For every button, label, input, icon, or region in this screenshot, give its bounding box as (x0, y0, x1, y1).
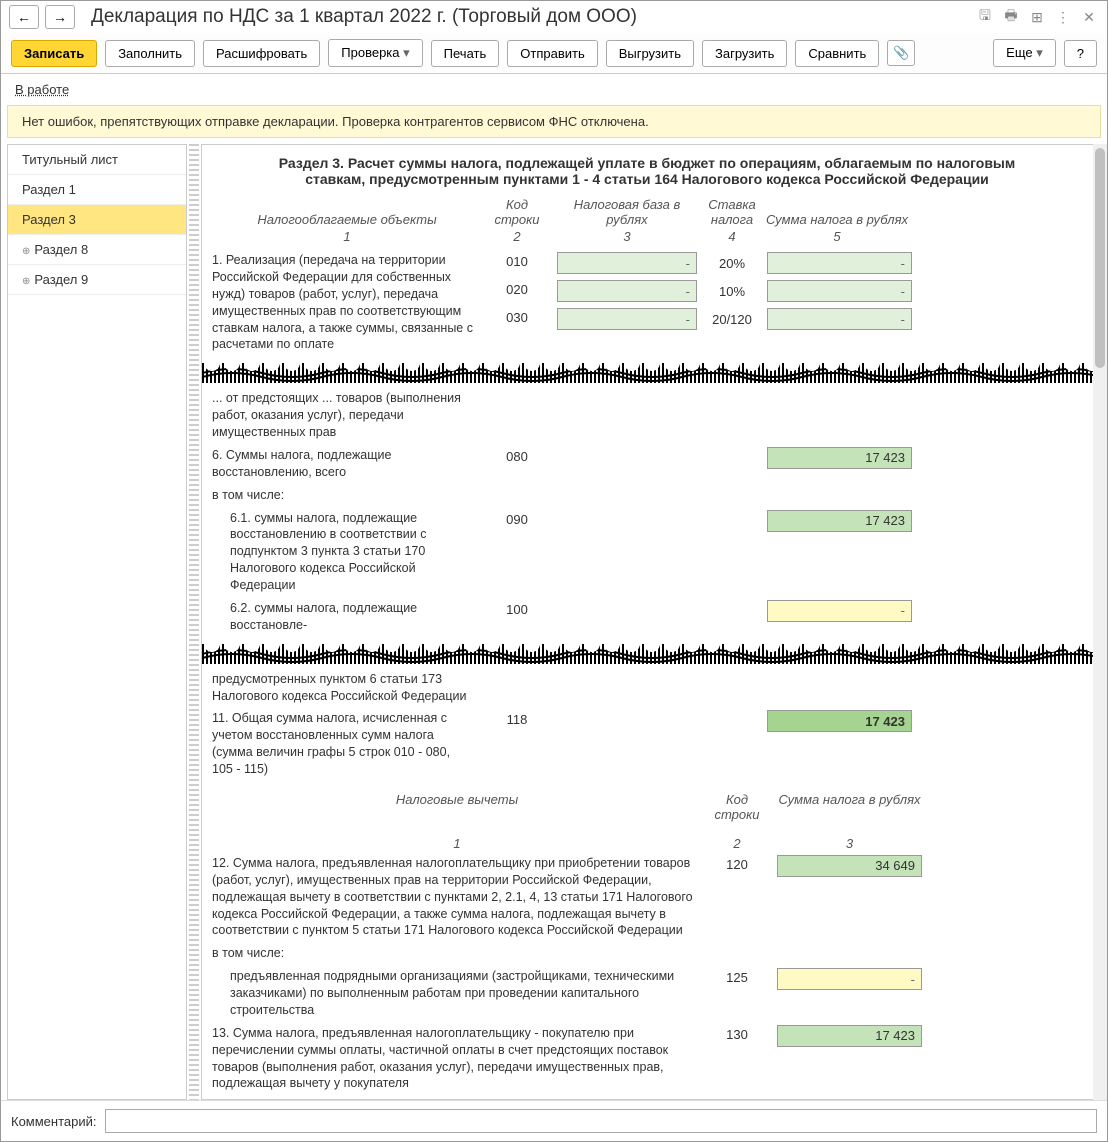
more-button[interactable]: Еще (993, 39, 1056, 67)
base-030[interactable] (557, 308, 697, 330)
sidebar-item-section3[interactable]: Раздел 3 (8, 205, 186, 235)
settings-icon[interactable]: ⋮ (1053, 7, 1073, 27)
torn-edge (202, 363, 1101, 383)
row-100: 6.2. суммы налога, подлежащие восстановл… (212, 600, 1082, 634)
row-090: 6.1. суммы налога, подлежащие восстановл… (212, 510, 1082, 594)
tax-100[interactable] (767, 600, 912, 622)
tax-125[interactable] (777, 968, 922, 990)
row-125: предъявленная подрядными организациями (… (212, 968, 1082, 1019)
help-button[interactable]: ? (1064, 40, 1097, 67)
sidebar-item-section8[interactable]: ⊕Раздел 8 (8, 235, 186, 265)
calc-icon[interactable]: ⊞ (1027, 7, 1047, 27)
save-button[interactable]: Записать (11, 40, 97, 67)
comment-label: Комментарий: (11, 1114, 97, 1129)
vertical-scrollbar[interactable] (1093, 144, 1107, 1100)
column-headers: Налогооблагаемые объекты Код строки Нало… (212, 197, 1082, 227)
tax-090[interactable]: 17 423 (767, 510, 912, 532)
row-080: 6. Суммы налога, подлежащие восстановлен… (212, 447, 1082, 481)
row-120: 12. Сумма налога, предъявленная налогопл… (212, 855, 1082, 939)
row-130: 13. Сумма налога, предъявленная налогопл… (212, 1025, 1082, 1093)
row-010: 1. Реализация (передача на территории Ро… (212, 252, 1082, 353)
deductions-header: Налоговые вычеты Код строки Сумма налога… (212, 792, 1082, 822)
section-content: Раздел 3. Расчет суммы налога, подлежаще… (201, 144, 1101, 1100)
sections-sidebar: Титульный лист Раздел 1 Раздел 3 ⊕Раздел… (7, 144, 187, 1100)
forward-button[interactable]: → (45, 5, 75, 29)
status-link[interactable]: В работе (15, 82, 69, 97)
tax-020[interactable] (767, 280, 912, 302)
window-title: Декларация по НДС за 1 квартал 2022 г. (… (91, 6, 969, 28)
send-button[interactable]: Отправить (507, 40, 597, 67)
column-numbers: 1 2 3 4 5 (212, 229, 1082, 244)
close-icon[interactable]: ✕ (1079, 7, 1099, 27)
base-020[interactable] (557, 280, 697, 302)
tax-130[interactable]: 17 423 (777, 1025, 922, 1047)
tax-030[interactable] (767, 308, 912, 330)
info-bar: Нет ошибок, препятствующих отправке декл… (7, 105, 1101, 138)
tax-118[interactable]: 17 423 (767, 710, 912, 732)
expand-icon[interactable]: ⊕ (22, 246, 30, 257)
base-010[interactable] (557, 252, 697, 274)
back-button[interactable]: ← (9, 5, 39, 29)
save-icon[interactable]: 🖫 (975, 7, 995, 27)
sidebar-item-title[interactable]: Титульный лист (8, 145, 186, 175)
section-title: Раздел 3. Расчет суммы налога, подлежаще… (212, 155, 1082, 187)
fill-button[interactable]: Заполнить (105, 40, 195, 67)
tax-010[interactable] (767, 252, 912, 274)
sidebar-item-section9[interactable]: ⊕Раздел 9 (8, 265, 186, 295)
sidebar-item-section1[interactable]: Раздел 1 (8, 175, 186, 205)
splitter[interactable] (189, 144, 199, 1100)
expand-icon[interactable]: ⊕ (22, 276, 30, 287)
attach-button[interactable]: 📎 (887, 40, 915, 66)
comment-input[interactable] (105, 1109, 1098, 1133)
check-button[interactable]: Проверка (328, 39, 422, 67)
compare-button[interactable]: Сравнить (795, 40, 879, 67)
tax-080[interactable]: 17 423 (767, 447, 912, 469)
torn-edge (202, 644, 1101, 664)
tax-120[interactable]: 34 649 (777, 855, 922, 877)
print-button[interactable]: Печать (431, 40, 500, 67)
print-icon[interactable]: 🖶 (1001, 7, 1021, 27)
export-button[interactable]: Выгрузить (606, 40, 694, 67)
decode-button[interactable]: Расшифровать (203, 40, 320, 67)
import-button[interactable]: Загрузить (702, 40, 787, 67)
row-118: 11. Общая сумма налога, исчисленная с уч… (212, 710, 1082, 778)
